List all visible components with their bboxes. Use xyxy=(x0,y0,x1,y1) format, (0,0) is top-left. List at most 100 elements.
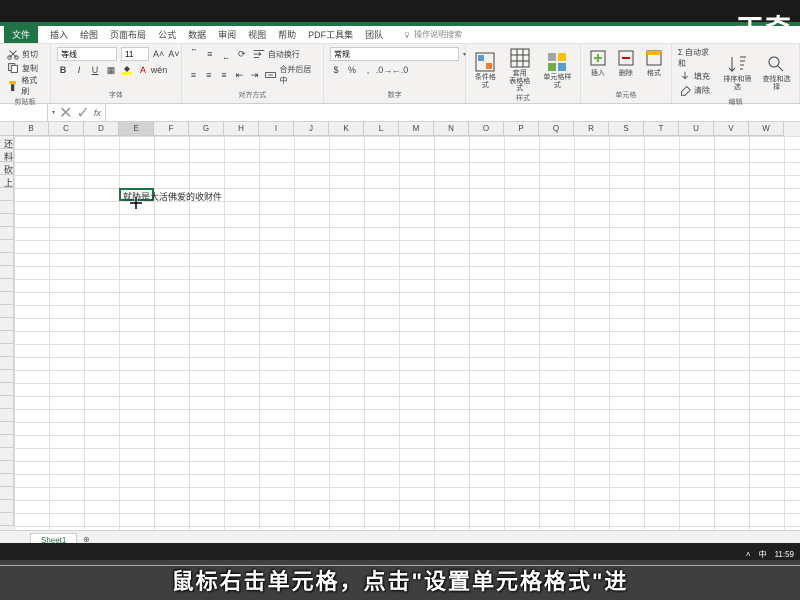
row-header[interactable] xyxy=(0,318,14,331)
col-header-N[interactable]: N xyxy=(434,122,469,136)
tab-team[interactable]: 团队 xyxy=(365,28,383,41)
currency-button[interactable]: $ xyxy=(330,64,342,76)
col-header-C[interactable]: C xyxy=(49,122,84,136)
bold-button[interactable]: B xyxy=(57,64,69,76)
tab-formulas[interactable]: 公式 xyxy=(158,28,176,41)
tray-up-icon[interactable]: ˄ xyxy=(746,550,751,559)
enter-formula-icon[interactable]: ✓ xyxy=(76,103,89,123)
row-header[interactable] xyxy=(0,396,14,409)
border-button[interactable]: ▦ xyxy=(105,64,117,76)
align-center-button[interactable]: ≡ xyxy=(203,69,214,81)
align-middle-button[interactable]: ≡ xyxy=(204,48,216,60)
tell-me-search[interactable]: 操作说明搜索 xyxy=(403,29,462,40)
col-header-V[interactable]: V xyxy=(714,122,749,136)
cell-a5[interactable]: 上 xyxy=(2,175,15,190)
col-header-T[interactable]: T xyxy=(644,122,679,136)
row-header[interactable] xyxy=(0,305,14,318)
col-header-B[interactable]: B xyxy=(14,122,49,136)
align-right-button[interactable]: ≡ xyxy=(218,69,229,81)
row-header[interactable] xyxy=(0,344,14,357)
fx-icon[interactable]: fx xyxy=(94,108,101,118)
fill-color-button[interactable] xyxy=(121,64,133,76)
cancel-formula-icon[interactable]: ✕ xyxy=(59,103,72,123)
row-header[interactable] xyxy=(0,474,14,487)
format-painter-button[interactable]: 格式刷 xyxy=(6,75,44,97)
clear-button[interactable]: 清除 xyxy=(678,83,715,97)
row-header[interactable] xyxy=(0,240,14,253)
row-header[interactable] xyxy=(0,292,14,305)
conditional-format-button[interactable]: 条件格式 xyxy=(472,51,498,89)
tab-view[interactable]: 视图 xyxy=(248,28,266,41)
row-header[interactable] xyxy=(0,435,14,448)
col-header-F[interactable]: F xyxy=(154,122,189,136)
row-header[interactable] xyxy=(0,409,14,422)
number-format-select[interactable] xyxy=(330,47,459,61)
file-tab[interactable]: 文件 xyxy=(4,26,38,43)
col-header-S[interactable]: S xyxy=(609,122,644,136)
col-header-D[interactable]: D xyxy=(84,122,119,136)
col-header-U[interactable]: U xyxy=(679,122,714,136)
row-header[interactable] xyxy=(0,383,14,396)
col-header-I[interactable]: I xyxy=(259,122,294,136)
row-header[interactable] xyxy=(0,513,14,526)
chevron-down-icon[interactable]: ▾ xyxy=(52,109,55,116)
orientation-button[interactable]: ⟳ xyxy=(236,48,248,60)
align-left-button[interactable]: ≡ xyxy=(188,69,199,81)
cells-area[interactable]: 还 料 砍 上 就胁是大活佛爱的收财件 xyxy=(14,136,800,530)
align-bottom-button[interactable]: ⎵ xyxy=(220,48,232,60)
tab-layout[interactable]: 页面布局 xyxy=(110,28,146,41)
row-header[interactable] xyxy=(0,279,14,292)
increase-indent-button[interactable]: ⇥ xyxy=(249,69,260,81)
decrease-decimal-button[interactable]: ←.0 xyxy=(394,64,406,76)
tab-insert[interactable]: 插入 xyxy=(50,28,68,41)
row-header[interactable] xyxy=(0,487,14,500)
col-header-O[interactable]: O xyxy=(469,122,504,136)
tab-pdf[interactable]: PDF工具集 xyxy=(308,28,353,41)
row-header[interactable] xyxy=(0,422,14,435)
decrease-indent-button[interactable]: ⇤ xyxy=(234,69,245,81)
col-header-Q[interactable]: Q xyxy=(539,122,574,136)
delete-cells-button[interactable]: 删除 xyxy=(615,47,637,78)
sort-filter-button[interactable]: 排序和筛选 xyxy=(721,53,754,91)
font-size-select[interactable] xyxy=(121,47,149,61)
col-header-H[interactable]: H xyxy=(224,122,259,136)
col-header-J[interactable]: J xyxy=(294,122,329,136)
comma-button[interactable]: , xyxy=(362,64,374,76)
wrap-text-button[interactable]: 自动换行 xyxy=(252,47,300,61)
insert-cells-button[interactable]: 插入 xyxy=(587,47,609,78)
tab-data[interactable]: 数据 xyxy=(188,28,206,41)
cell-e7-content[interactable]: 就胁是大活佛爱的收财件 xyxy=(121,189,224,204)
row-header[interactable] xyxy=(0,500,14,513)
col-header-W[interactable]: W xyxy=(749,122,784,136)
col-header-M[interactable]: M xyxy=(399,122,434,136)
col-header-P[interactable]: P xyxy=(504,122,539,136)
spreadsheet-grid[interactable]: BCDEFGHIJKLMNOPQRSTUVW 还 料 砍 上 就胁是大活佛爱的收… xyxy=(0,122,800,530)
underline-button[interactable]: U xyxy=(89,64,101,76)
decrease-font-button[interactable]: A˅ xyxy=(168,48,179,60)
row-header[interactable] xyxy=(0,253,14,266)
col-header-K[interactable]: K xyxy=(329,122,364,136)
fill-button[interactable]: 填充 xyxy=(678,69,715,83)
find-select-button[interactable]: 查找和选择 xyxy=(760,53,793,91)
cut-button[interactable]: 剪切 xyxy=(6,47,44,61)
col-header-L[interactable]: L xyxy=(364,122,399,136)
autosum-button[interactable]: Σ 自动求和 xyxy=(678,47,715,69)
row-header[interactable] xyxy=(0,357,14,370)
font-name-select[interactable] xyxy=(57,47,117,61)
increase-font-button[interactable]: A˄ xyxy=(153,48,164,60)
row-header[interactable] xyxy=(0,201,14,214)
merge-button[interactable]: 合并后居中 xyxy=(264,64,317,86)
percent-button[interactable]: % xyxy=(346,64,358,76)
increase-decimal-button[interactable]: .0→ xyxy=(378,64,390,76)
tab-help[interactable]: 帮助 xyxy=(278,28,296,41)
align-top-button[interactable]: ⎴ xyxy=(188,48,200,60)
row-header[interactable] xyxy=(0,214,14,227)
row-header[interactable] xyxy=(0,461,14,474)
ime-indicator[interactable]: 中 xyxy=(759,549,767,560)
table-format-button[interactable]: 套用 表格格式 xyxy=(507,47,533,93)
row-header[interactable] xyxy=(0,227,14,240)
row-header[interactable] xyxy=(0,331,14,344)
col-header-E[interactable]: E xyxy=(119,122,154,136)
format-cells-button[interactable]: 格式 xyxy=(643,47,665,78)
col-header-G[interactable]: G xyxy=(189,122,224,136)
